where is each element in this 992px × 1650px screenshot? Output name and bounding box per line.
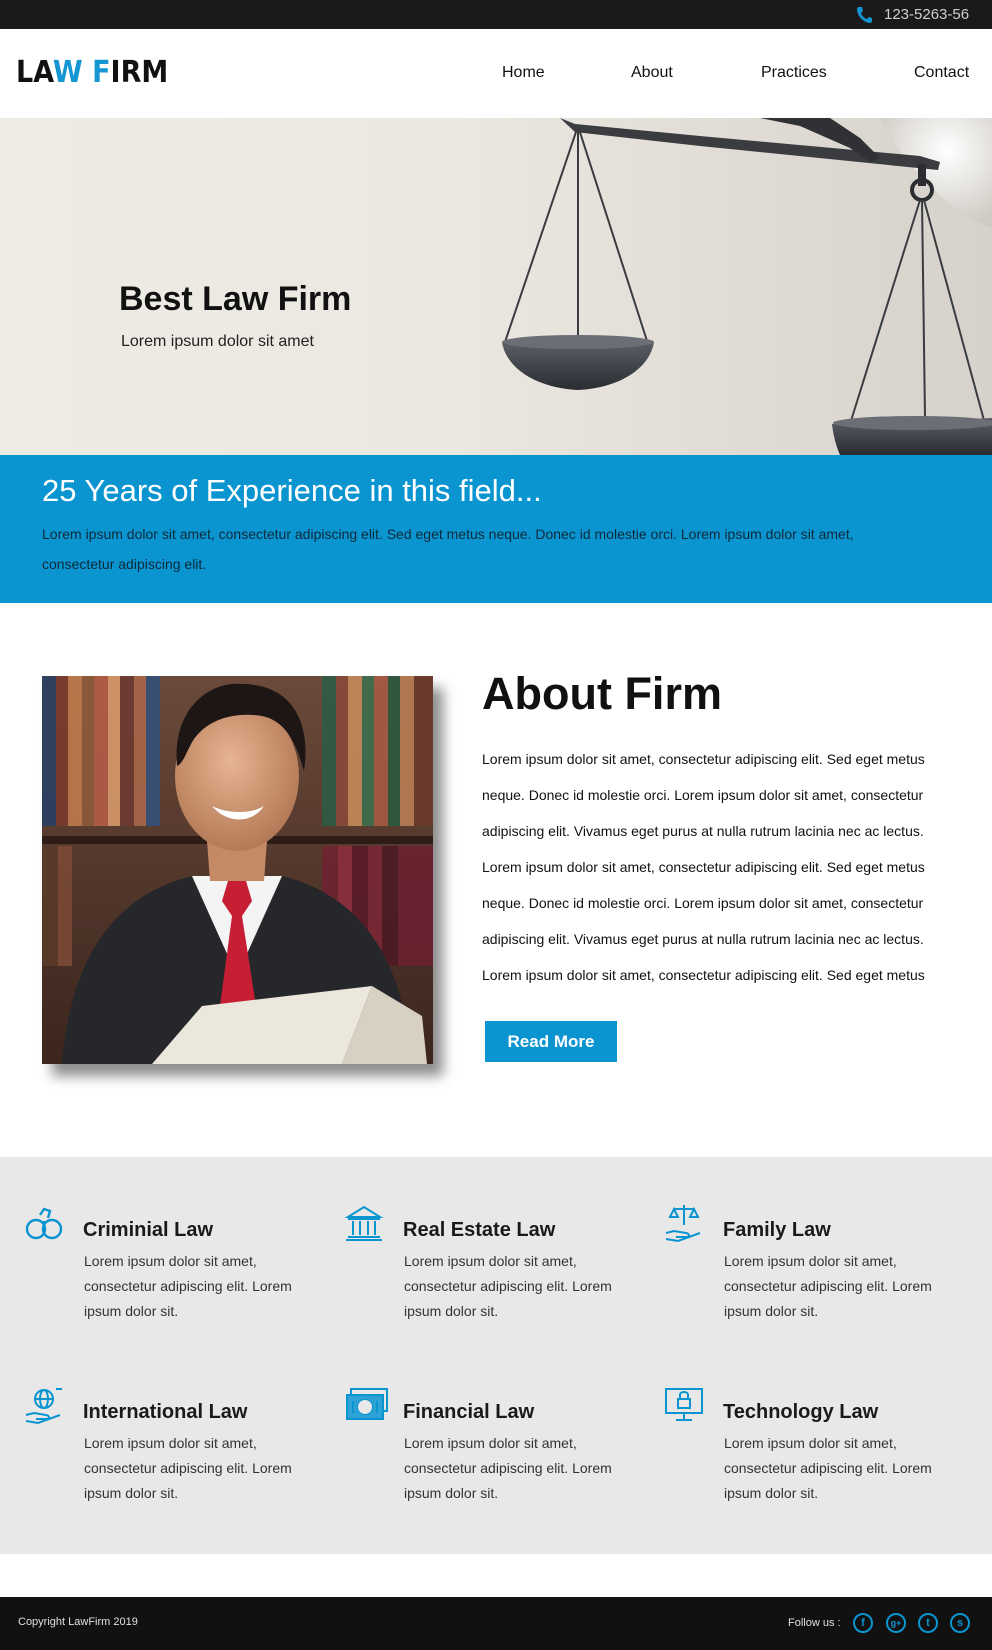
practice-text: Lorem ipsum dolor sit amet, consectetur … [724, 1435, 932, 1501]
practice-item[interactable]: Real Estate Law Lorem ipsum dolor sit am… [344, 1203, 644, 1333]
google-plus-icon[interactable]: g+ [886, 1613, 906, 1633]
practice-item[interactable]: Family Law Lorem ipsum dolor sit amet, c… [664, 1203, 964, 1333]
money-icon [346, 1388, 388, 1420]
nav-practices[interactable]: Practices [761, 64, 827, 82]
logo-text: IRM [110, 55, 169, 90]
phone-icon [857, 6, 872, 23]
read-more-button[interactable]: Read More [485, 1021, 617, 1062]
hero-subtitle: Lorem ipsum dolor sit amet [121, 333, 314, 350]
monitor-lock-icon [665, 1388, 703, 1421]
logo-text: LA [16, 55, 53, 90]
twitter-icon[interactable]: t [918, 1613, 938, 1633]
experience-text: Lorem ipsum dolor sit amet, consectetur … [42, 526, 854, 572]
practice-title: Real Estate Law [403, 1219, 556, 1241]
phone-contact[interactable]: 123-5263-56 [852, 0, 992, 29]
practice-text: Lorem ipsum dolor sit amet, consectetur … [404, 1435, 612, 1501]
follow-us-label: Follow us : [788, 1617, 841, 1629]
nav-contact[interactable]: Contact [914, 64, 969, 82]
site-header: LAW FIRM Home About Practices Contact [0, 29, 992, 118]
skype-icon[interactable]: s [950, 1613, 970, 1633]
courthouse-icon [344, 1205, 384, 1241]
nav-about[interactable]: About [631, 64, 673, 82]
logo[interactable]: LAW FIRM [16, 55, 168, 90]
globe-hand-icon [25, 1388, 62, 1425]
phone-number: 123-5263-56 [884, 6, 970, 23]
experience-band: 25 Years of Experience in this field... … [0, 455, 992, 603]
experience-title: 25 Years of Experience in this field... [42, 473, 542, 508]
practice-item[interactable]: Criminial Law Lorem ipsum dolor sit amet… [24, 1203, 324, 1333]
practice-title: International Law [83, 1401, 248, 1423]
lawyer-photo-illustration [42, 676, 433, 1064]
facebook-icon[interactable]: f [853, 1613, 873, 1633]
logo-text-accent: W [52, 55, 83, 90]
practice-item[interactable]: International Law Lorem ipsum dolor sit … [24, 1385, 324, 1515]
practice-text: Lorem ipsum dolor sit amet, consectetur … [404, 1253, 612, 1319]
practice-title: Financial Law [403, 1401, 535, 1423]
about-text: Lorem ipsum dolor sit amet, consectetur … [482, 751, 925, 983]
nav-home[interactable]: Home [502, 64, 545, 82]
practice-title: Family Law [723, 1219, 831, 1241]
hero-banner: Best Law Firm Lorem ipsum dolor sit amet [0, 118, 992, 455]
practice-item[interactable]: Technology Law Lorem ipsum dolor sit ame… [664, 1385, 964, 1515]
about-title: About Firm [482, 668, 722, 719]
hero-title: Best Law Firm [119, 280, 352, 318]
handcuffs-icon [25, 1207, 63, 1240]
practice-text: Lorem ipsum dolor sit amet, consectetur … [84, 1435, 292, 1501]
practice-text: Lorem ipsum dolor sit amet, consectetur … [84, 1253, 292, 1319]
practice-title: Technology Law [723, 1401, 879, 1423]
scales-hand-icon [665, 1205, 701, 1243]
logo-text-accent: F [92, 55, 111, 90]
practice-item[interactable]: Financial Law Lorem ipsum dolor sit amet… [344, 1385, 644, 1515]
lawyer-photo [42, 676, 433, 1064]
practice-title: Criminial Law [83, 1219, 214, 1241]
logo-text [83, 55, 92, 90]
site-footer: Copyright LawFirm 2019 Follow us : f g+ … [0, 1597, 992, 1650]
copyright-text: Copyright LawFirm 2019 [18, 1616, 138, 1628]
top-bar: 123-5263-56 [0, 0, 992, 29]
practice-text: Lorem ipsum dolor sit amet, consectetur … [724, 1253, 932, 1319]
practices-section: Criminial Law Lorem ipsum dolor sit amet… [0, 1157, 992, 1554]
